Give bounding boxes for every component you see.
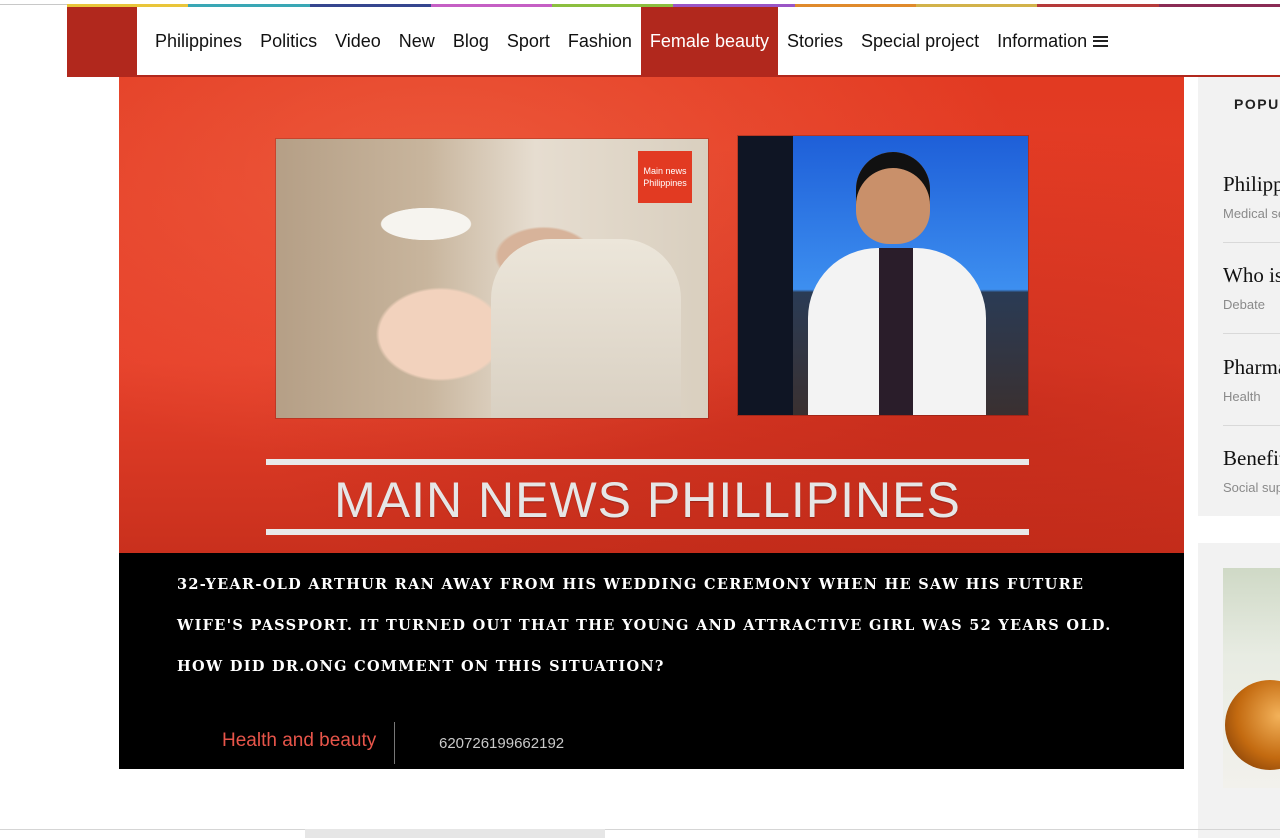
nav-item-fashion[interactable]: Fashion bbox=[559, 7, 641, 75]
popular-item[interactable]: Pharma Health bbox=[1223, 355, 1280, 404]
banner-rule-bottom bbox=[266, 529, 1029, 535]
popular-item-category: Debate bbox=[1223, 297, 1265, 312]
hamburger-icon[interactable] bbox=[1093, 35, 1109, 47]
stamp-line-1: Main news bbox=[643, 166, 687, 176]
article-category[interactable]: Health and beauty bbox=[222, 730, 376, 752]
nav-item-special-project[interactable]: Special project bbox=[852, 7, 988, 75]
popular-sidebar: POPUL Philipp Medical se Who is Debate P… bbox=[1198, 77, 1280, 516]
pill-bottle-image bbox=[1225, 680, 1280, 770]
banner-title: MAIN NEWS PHILLIPINES bbox=[334, 472, 961, 528]
article-meta: Health and beauty 620726199662192 bbox=[119, 722, 1184, 764]
doctor-photo bbox=[738, 136, 1028, 415]
featured-image[interactable]: Main news Philippines MAIN NEWS PHILLIPI… bbox=[119, 77, 1184, 553]
wedding-photo: Main news Philippines bbox=[276, 139, 708, 418]
nav-item-sport[interactable]: Sport bbox=[498, 7, 559, 75]
popular-item-title: Benefit bbox=[1223, 446, 1280, 470]
meta-divider bbox=[394, 722, 395, 764]
nav-item-information[interactable]: Information bbox=[988, 7, 1117, 75]
divider bbox=[1223, 333, 1280, 334]
bottom-border bbox=[0, 829, 1280, 830]
popular-item[interactable]: Benefit Social sup bbox=[1223, 446, 1280, 495]
popular-item-category: Social sup bbox=[1223, 480, 1280, 495]
groom-figure bbox=[491, 239, 681, 418]
divider bbox=[1223, 242, 1280, 243]
channel-stamp: Main news Philippines bbox=[638, 151, 692, 203]
nav-item-new[interactable]: New bbox=[390, 7, 444, 75]
article-id: 620726199662192 bbox=[439, 735, 565, 752]
stamp-line-2: Philippines bbox=[643, 178, 687, 188]
nav-items: Philippines Politics Video New Blog Spor… bbox=[137, 7, 1117, 75]
sidebar-card bbox=[1198, 543, 1280, 838]
nav-item-video[interactable]: Video bbox=[326, 7, 390, 75]
doctor-head bbox=[856, 152, 930, 244]
featured-article[interactable]: Main news Philippines MAIN NEWS PHILLIPI… bbox=[119, 77, 1184, 769]
site-logo[interactable] bbox=[67, 7, 137, 75]
nav-item-information-label: Information bbox=[997, 30, 1088, 51]
main-nav: Philippines Politics Video New Blog Spor… bbox=[67, 7, 1280, 77]
popular-item-title: Philipp bbox=[1223, 172, 1280, 196]
article-headline[interactable]: 32-year-old Arthur ran away from his wed… bbox=[177, 564, 1137, 687]
popular-item[interactable]: Who is Debate bbox=[1223, 263, 1280, 312]
doctor-shirt bbox=[879, 248, 913, 415]
nav-item-politics[interactable]: Politics bbox=[251, 7, 326, 75]
horizontal-scrollbar[interactable] bbox=[305, 829, 605, 838]
popular-item-category: Medical se bbox=[1223, 206, 1280, 221]
nav-item-stories[interactable]: Stories bbox=[778, 7, 852, 75]
popular-item-category: Health bbox=[1223, 389, 1261, 404]
flower-crown bbox=[356, 199, 496, 249]
nav-item-female-beauty[interactable]: Female beauty bbox=[640, 7, 778, 75]
sidebar-title: POPUL bbox=[1234, 96, 1280, 112]
sidebar-thumbnail[interactable] bbox=[1223, 568, 1280, 788]
studio-backdrop bbox=[738, 136, 793, 415]
popular-item-title: Pharma bbox=[1223, 355, 1280, 379]
nav-item-philippines[interactable]: Philippines bbox=[146, 7, 251, 75]
divider bbox=[1223, 425, 1280, 426]
nav-item-blog[interactable]: Blog bbox=[444, 7, 498, 75]
popular-item-title: Who is bbox=[1223, 263, 1280, 287]
popular-item[interactable]: Philipp Medical se bbox=[1223, 172, 1280, 221]
